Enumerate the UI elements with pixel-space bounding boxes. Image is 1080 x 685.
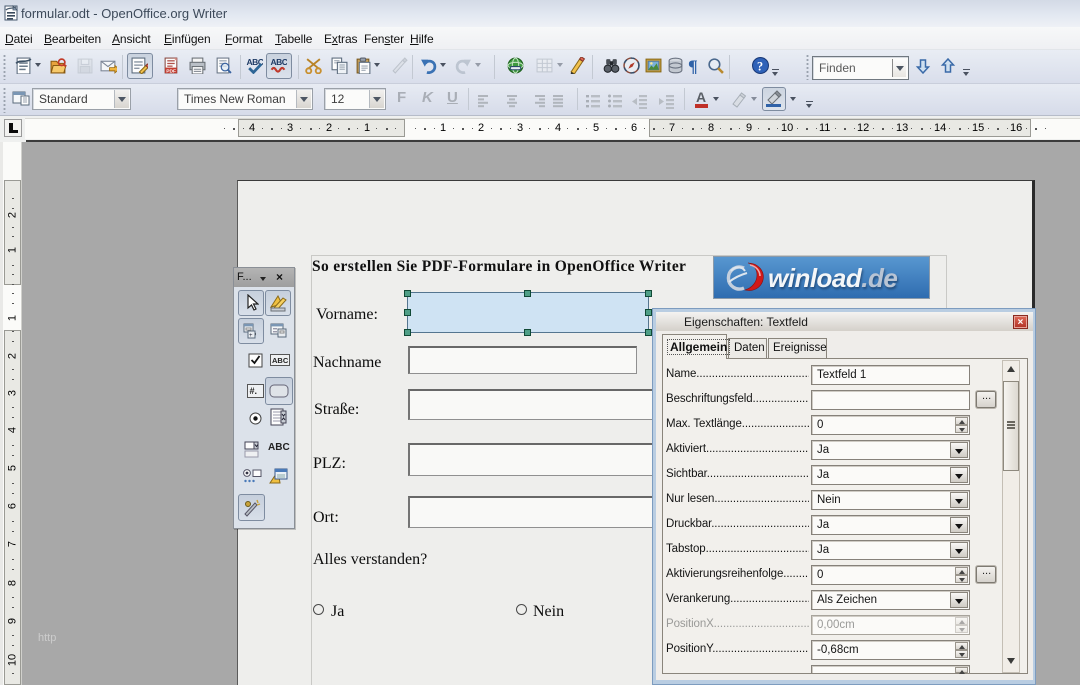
svg-text:+: + xyxy=(249,333,253,339)
svg-text:?: ? xyxy=(757,59,763,73)
svg-text:#.: #. xyxy=(250,386,258,396)
svg-text:ABC: ABC xyxy=(272,356,289,365)
svg-text:ABC: ABC xyxy=(271,57,287,67)
svg-text:¶: ¶ xyxy=(688,57,698,74)
svg-text:PDF: PDF xyxy=(166,69,176,74)
